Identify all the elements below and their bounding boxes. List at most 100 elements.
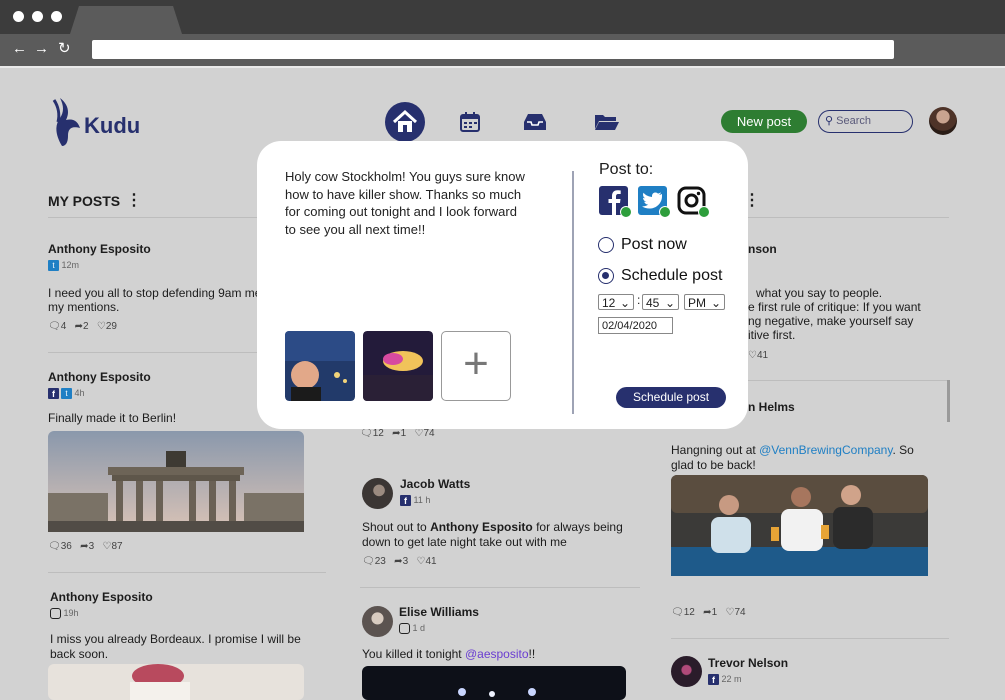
mention[interactable]: Anthony Esposito <box>430 520 533 534</box>
avatar[interactable] <box>362 478 393 509</box>
twitter-icon: t <box>61 388 72 400</box>
check-icon <box>659 206 671 218</box>
address-bar[interactable] <box>92 40 894 59</box>
share-icon[interactable]: ➦ <box>703 607 711 618</box>
post-text-continued: my mentions. <box>48 300 120 314</box>
share-icon[interactable]: ➦ <box>80 541 88 552</box>
post-stats: 🗨12 ➦1 ♡74 <box>360 428 435 439</box>
minute-select[interactable]: 45 ⌄ <box>642 294 679 310</box>
folder-icon[interactable] <box>594 112 620 132</box>
schedule-post-label[interactable]: Schedule post <box>621 267 722 285</box>
time-colon: : <box>637 293 641 307</box>
share-icon[interactable]: ➦ <box>394 556 402 567</box>
mention[interactable]: @aesposito <box>465 647 529 661</box>
reload-icon[interactable]: ↻ <box>58 41 71 57</box>
date-field[interactable]: 02/04/2020 <box>598 317 673 334</box>
chrome-divider <box>0 66 1005 68</box>
schedule-post-button[interactable]: Schedule post <box>616 387 726 408</box>
window-close-dot[interactable] <box>13 11 24 22</box>
heart-icon[interactable]: ♡ <box>97 321 106 332</box>
post-meta: 19h <box>50 608 79 620</box>
post-text: Hangning out at @VennBrewingCompany. So g… <box>671 443 914 472</box>
post-text: I miss you already Bordeaux. I promise I… <box>50 632 301 661</box>
comment-icon[interactable]: 🗨 <box>671 607 684 618</box>
selfie-thumbnail[interactable] <box>285 331 355 401</box>
comment-icon[interactable]: 🗨 <box>362 556 375 567</box>
post-now-radio[interactable] <box>598 237 614 253</box>
user-avatar[interactable] <box>929 107 957 135</box>
ampm-select[interactable]: PM ⌄ <box>684 294 725 310</box>
divider <box>671 638 949 639</box>
new-post-button[interactable]: New post <box>721 110 807 133</box>
divider <box>48 352 278 353</box>
comment-icon[interactable]: 🗨 <box>48 541 61 552</box>
home-icon <box>392 109 418 132</box>
brewery-photo[interactable] <box>671 475 928 576</box>
check-icon <box>698 206 710 218</box>
post-author[interactable]: Anthony Esposito <box>50 590 153 604</box>
avatar[interactable] <box>671 656 702 687</box>
post-meta: f 11 h <box>400 495 430 507</box>
post-author[interactable]: Elise Williams <box>399 605 479 619</box>
calendar-icon[interactable] <box>459 111 481 133</box>
post-meta: ft 4h <box>48 388 85 400</box>
more-options-icon[interactable]: ⋮ <box>126 190 142 210</box>
post-text-line: ng negative, make yourself say <box>748 314 914 328</box>
post-author-partial[interactable]: n Helms <box>748 400 795 414</box>
instagram-icon <box>399 623 410 635</box>
window-maximize-dot[interactable] <box>51 11 62 22</box>
scrollbar-thumb[interactable] <box>947 380 950 422</box>
post-stats: ♡41 <box>748 350 769 361</box>
post-stats: 🗨12 ➦1 ♡74 <box>671 607 746 618</box>
schedule-post-radio[interactable] <box>598 268 614 284</box>
search-icon: ⚲ <box>825 115 834 127</box>
hour-select[interactable]: 12 ⌄ <box>598 294 634 310</box>
post-author[interactable]: Anthony Esposito <box>48 370 151 384</box>
share-icon[interactable]: ➦ <box>392 428 400 439</box>
twitter-icon: t <box>48 260 59 272</box>
avatar[interactable] <box>362 606 393 637</box>
bordeaux-photo[interactable] <box>48 664 304 700</box>
facebook-toggle[interactable] <box>599 186 632 218</box>
post-to-label: Post to: <box>599 161 654 178</box>
post-author[interactable]: Trevor Nelson <box>708 656 788 670</box>
post-meta: 1 d <box>399 623 425 635</box>
mention-link[interactable]: @VennBrewingCompany <box>759 443 892 457</box>
post-meta: f 22 m <box>708 674 742 686</box>
search-input[interactable]: ⚲ Search <box>818 110 913 133</box>
window-minimize-dot[interactable] <box>32 11 43 22</box>
post-author-partial[interactable]: nson <box>748 242 777 256</box>
instagram-icon <box>50 608 61 620</box>
divider <box>48 572 326 573</box>
forward-arrow-icon[interactable]: → <box>34 41 49 57</box>
back-arrow-icon[interactable]: ← <box>12 41 27 57</box>
post-text-line: e first rule of critique: If you want <box>748 300 921 314</box>
share-icon[interactable]: ➦ <box>75 321 83 332</box>
post-now-label[interactable]: Post now <box>621 236 687 254</box>
facebook-icon: f <box>708 674 719 686</box>
nav-home-button[interactable] <box>385 102 425 142</box>
post-author[interactable]: Jacob Watts <box>400 477 470 491</box>
browser-tab[interactable] <box>70 6 182 34</box>
add-media-button[interactable]: + <box>441 331 511 401</box>
twitter-toggle[interactable] <box>638 186 671 218</box>
comment-icon[interactable]: 🗨 <box>48 321 61 332</box>
post-text: I need you all to stop defending 9am me <box>48 286 260 300</box>
post-stats: 🗨23 ➦3 ♡41 <box>362 556 437 567</box>
post-text: Finally made it to Berlin! <box>48 411 177 425</box>
instagram-toggle[interactable] <box>677 186 710 218</box>
brand-name: Kudu <box>84 113 141 138</box>
brandenburg-gate-photo[interactable] <box>48 431 304 532</box>
comment-icon[interactable]: 🗨 <box>360 428 373 439</box>
concert-thumbnail[interactable] <box>363 331 433 401</box>
message-text[interactable]: Holy cow Stockholm! You guys sure know h… <box>285 168 555 238</box>
kudu-logo-icon <box>52 98 80 146</box>
heart-icon[interactable]: ♡ <box>748 350 757 361</box>
concert-photo[interactable] <box>362 666 626 700</box>
facebook-icon: f <box>400 495 411 507</box>
inbox-icon[interactable] <box>522 112 548 132</box>
my-posts-title: MY POSTS <box>48 193 121 209</box>
search-placeholder: Search <box>836 115 871 127</box>
post-author[interactable]: Anthony Esposito <box>48 242 151 256</box>
post-text: Shout out to Anthony Esposito for always… <box>362 520 623 549</box>
